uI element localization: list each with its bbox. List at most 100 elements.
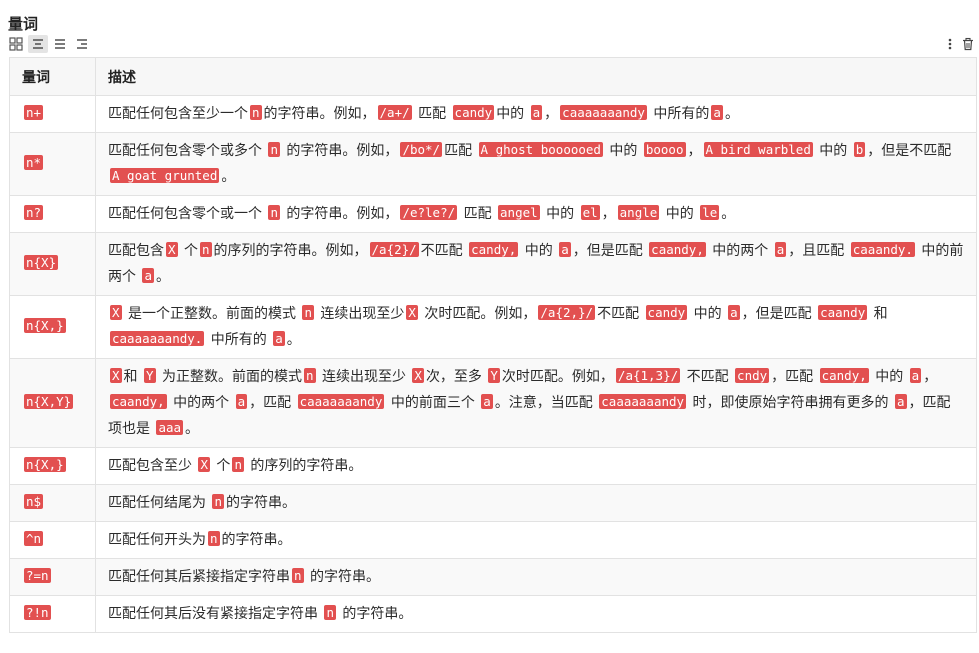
inline-code: /a{2,}/ bbox=[538, 305, 596, 320]
description-text: ， bbox=[687, 143, 702, 159]
inline-code: n bbox=[302, 305, 314, 320]
description-text: 次时匹配。例如， bbox=[501, 369, 614, 385]
grid-icon[interactable] bbox=[6, 35, 26, 53]
inline-code: a bbox=[273, 331, 285, 346]
quantifier-code: n* bbox=[24, 155, 44, 170]
inline-code: a bbox=[894, 394, 907, 409]
description-text: 不匹配 bbox=[420, 243, 468, 259]
quantifier-code: n+ bbox=[24, 105, 44, 120]
trash-icon[interactable] bbox=[959, 35, 977, 53]
quantifier-code: n? bbox=[24, 205, 44, 220]
inline-code: caandy, bbox=[110, 394, 167, 409]
description-text: 是一个正整数。前面的模式 bbox=[123, 306, 301, 322]
align-right-icon[interactable] bbox=[72, 35, 92, 53]
inline-code: X bbox=[198, 457, 210, 472]
inline-code: candy bbox=[452, 105, 495, 120]
description-text: 的序列的字符串。 bbox=[245, 458, 363, 474]
inline-code: /bo*/ bbox=[400, 142, 443, 157]
description-cell: 匹配包含至少 X 个n 的序列的字符串。 bbox=[95, 447, 977, 485]
description-text: 。 bbox=[724, 106, 739, 122]
quantifier-code: ?=n bbox=[24, 568, 51, 583]
table-row: ?!n 匹配任何其后没有紧接指定字符串 n 的字符串。 bbox=[9, 595, 977, 633]
description-text: 中所有的 bbox=[206, 332, 272, 348]
description-text: 中的 bbox=[604, 143, 642, 159]
inline-code: Y bbox=[488, 368, 500, 383]
description-text: 中的两个 bbox=[707, 243, 773, 259]
inline-code: le bbox=[700, 205, 720, 220]
table-row: n{X,} X 是一个正整数。前面的模式 n 连续出现至少 X 次时匹配。例如，/a… bbox=[9, 295, 977, 359]
inline-code: /a+/ bbox=[377, 105, 412, 120]
inline-code: angle bbox=[617, 205, 660, 220]
inline-code: a bbox=[530, 105, 543, 120]
description-text: ，但是匹配 bbox=[572, 243, 648, 259]
description-text: 连续出现至少 bbox=[317, 369, 411, 385]
description-text: ，匹配 bbox=[771, 369, 818, 385]
block-toolbar bbox=[6, 35, 94, 53]
inline-code: X bbox=[406, 305, 418, 320]
inline-code: a bbox=[235, 394, 248, 409]
inline-code: /e?le?/ bbox=[400, 205, 458, 220]
quantifier-cell: ?=n bbox=[9, 558, 96, 596]
inline-code: n bbox=[199, 242, 212, 257]
table-row: n+ 匹配任何包含至少一个 n 的字符串。例如，/a+/ 匹配 candy 中的 a， c… bbox=[9, 95, 977, 133]
inline-code: n bbox=[292, 568, 304, 583]
inline-code: A bird warbled bbox=[703, 142, 813, 157]
more-vertical-icon[interactable] bbox=[941, 35, 959, 53]
align-center-icon[interactable] bbox=[28, 35, 48, 53]
page-title: 量词 bbox=[8, 15, 39, 33]
description-text: 个 bbox=[211, 458, 231, 474]
inline-code: /a{2}/ bbox=[369, 242, 419, 257]
description-text: 中的 bbox=[661, 206, 699, 222]
inline-code: a bbox=[559, 242, 571, 257]
description-cell: 匹配任何包含零个或一个 n 的字符串。例如，/e?le?/ 匹配 angel 中… bbox=[95, 195, 977, 233]
description-text: 中的 bbox=[496, 106, 529, 122]
description-text: 匹配任何结尾为 bbox=[108, 495, 211, 511]
inline-code: aaa bbox=[156, 420, 184, 435]
description-text: 。 bbox=[155, 269, 170, 285]
inline-code: a bbox=[711, 105, 723, 120]
inline-code: el bbox=[580, 205, 600, 220]
description-text: 匹配任何包含零个或一个 bbox=[108, 206, 267, 222]
quantifier-cell: n{X,} bbox=[9, 295, 96, 359]
quantifier-table: 量词 描述 n+ 匹配任何包含至少一个 n 的字符串。例如，/a+/ 匹配 candy… bbox=[9, 57, 977, 633]
inline-code: candy bbox=[645, 305, 688, 320]
description-cell: 匹配任何包含至少一个 n 的字符串。例如，/a+/ 匹配 candy 中的 a， caa… bbox=[95, 95, 977, 133]
description-text: 的字符串。 bbox=[305, 569, 380, 585]
description-text: 。注意，当匹配 bbox=[494, 395, 598, 411]
table-row: ^n 匹配任何开头为 n 的字符串。 bbox=[9, 521, 977, 559]
inline-code: n bbox=[250, 105, 262, 120]
inline-code: n bbox=[268, 142, 280, 157]
inline-code: a bbox=[909, 368, 922, 383]
table-row: ?=n 匹配任何其后紧接指定字符串 n 的字符串。 bbox=[9, 558, 977, 596]
description-text: 。 bbox=[221, 169, 236, 185]
description-text: ，但是不匹配 bbox=[867, 143, 952, 159]
inline-code: cndy bbox=[735, 368, 770, 383]
description-text: 。 bbox=[721, 206, 736, 222]
inline-code: angel bbox=[498, 205, 540, 220]
description-text: 的字符串。 bbox=[225, 495, 296, 511]
inline-code: n bbox=[268, 205, 280, 220]
description-text: 匹配任何其后紧接指定字符串 bbox=[108, 569, 290, 585]
table-row: n? 匹配任何包含零个或一个 n 的字符串。例如，/e?le?/ 匹配 angel… bbox=[9, 195, 977, 233]
description-text: 匹配 bbox=[444, 143, 477, 159]
description-text: 。 bbox=[185, 421, 200, 437]
description-text: 中的 bbox=[689, 306, 727, 322]
description-text: ，匹配 bbox=[249, 395, 296, 411]
align-justify-icon[interactable] bbox=[50, 35, 70, 53]
table-row: n$ 匹配任何结尾为 n 的字符串。 bbox=[9, 484, 977, 522]
description-text: 中的 bbox=[520, 243, 558, 259]
quantifier-cell: n{X,} bbox=[9, 447, 96, 485]
inline-code: /a{1,3}/ bbox=[615, 368, 681, 383]
quantifier-cell: n{X,Y} bbox=[9, 358, 96, 448]
description-text: ，且匹配 bbox=[788, 243, 849, 259]
inline-code: n bbox=[303, 368, 316, 383]
description-text: 匹配包含 bbox=[108, 243, 164, 259]
inline-code: a bbox=[142, 268, 154, 283]
table-header-row: 量词 描述 bbox=[9, 57, 977, 96]
description-text: 次，至多 bbox=[425, 369, 487, 385]
inline-code: candy, bbox=[469, 242, 519, 257]
block-actions bbox=[941, 35, 977, 53]
quantifier-code: n{X} bbox=[24, 255, 59, 270]
header-quantifier: 量词 bbox=[9, 57, 96, 96]
header-description: 描述 bbox=[95, 57, 977, 96]
